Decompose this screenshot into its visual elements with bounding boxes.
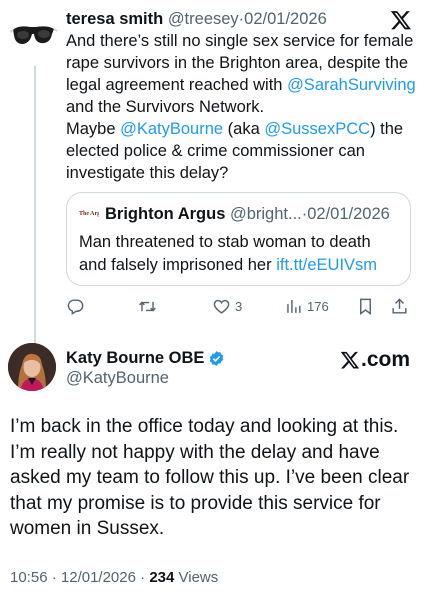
parent-tweet-header: teresa smith @treesey·02/01/2026 — [66, 8, 327, 30]
tweet-date[interactable]: 02/01/2026 — [244, 10, 327, 28]
profile-photo — [8, 343, 56, 391]
tweet-line: I’m back in the office today and looking… — [10, 416, 399, 437]
bookmark-icon — [360, 298, 371, 315]
views-count: 176 — [307, 298, 329, 314]
tweet-line: legal agreement reached with @SarahSurvi… — [66, 76, 416, 94]
views-count: 234 — [149, 569, 175, 586]
x-logo-icon — [340, 351, 360, 369]
tweet-time[interactable]: 10:56 — [10, 569, 48, 586]
like-count: 3 — [235, 298, 243, 314]
quoted-tweet-header: Brighton Argus @bright...·02/01/2026 — [105, 203, 390, 225]
tweet-line: And there’s still no single sex service … — [66, 32, 414, 50]
parent-tweet-text: And there’s still no single sex service … — [66, 30, 416, 184]
tweet-line: investigate this delay? — [66, 164, 229, 182]
mention-link[interactable]: @KatyBourne — [120, 120, 223, 138]
brand-domain: .com — [361, 348, 411, 371]
views-label: Views — [178, 569, 219, 586]
tweet-line: women in Sussex. — [10, 518, 165, 539]
tweet-line: that my promise is to provide this servi… — [10, 492, 381, 514]
tweet-line: and the Survivors Network. — [66, 98, 265, 116]
tweet-line: asked my team to follow this up. I’ve be… — [10, 467, 410, 488]
tweet-line: elected police & crime commissioner can — [66, 142, 365, 160]
argus-logo: The Argus — [79, 211, 99, 217]
mention-link[interactable]: @SarahSurviving — [287, 76, 416, 94]
main-author-name[interactable]: Katy Bourne OBE — [66, 347, 204, 369]
tweet-date[interactable]: 12/01/2026 — [61, 569, 136, 586]
tweet-line: rape survivors in the Brighton area, des… — [66, 54, 409, 72]
main-author-row: Katy Bourne OBE — [66, 347, 225, 369]
separator: · — [51, 569, 57, 586]
views-icon — [287, 299, 301, 313]
quoted-line: Man threatened to stab woman to death — [79, 233, 371, 251]
reply-button[interactable] — [66, 294, 89, 318]
main-author-handle[interactable]: @KatyBourne — [66, 367, 169, 389]
like-icon — [213, 299, 230, 314]
main-tweet-text: I’m back in the office today and looking… — [10, 414, 415, 542]
quoted-author-handle[interactable]: @bright... — [230, 205, 302, 223]
share-button[interactable] — [390, 294, 409, 318]
mention-link[interactable]: @SussexPCC — [264, 120, 370, 138]
quoted-tweet-date[interactable]: 02/01/2026 — [307, 205, 390, 223]
author-name[interactable]: teresa smith — [66, 10, 163, 28]
tweet-action-bar: 3 176 — [66, 294, 411, 318]
like-button[interactable]: 3 — [212, 294, 242, 318]
katy-avatar[interactable] — [8, 343, 56, 391]
sunglasses-avatar-icon — [9, 26, 58, 44]
article-link[interactable]: ift.tt/eEUIVsm — [276, 256, 377, 274]
share-icon — [392, 297, 407, 314]
quoted-line: and falsely imprisoned her ift.tt/eEUIVs… — [79, 256, 378, 274]
retweet-button[interactable] — [138, 294, 161, 318]
separator: · — [140, 569, 146, 586]
reply-icon — [67, 298, 84, 315]
views-button[interactable]: 176 — [284, 294, 329, 318]
retweet-icon — [139, 301, 156, 311]
tweet-line: Maybe @KatyBourne (aka @SussexPCC) the — [66, 120, 404, 138]
teresa-avatar[interactable] — [8, 10, 58, 60]
thread-line — [34, 66, 36, 344]
tweet-line: I’m really not happy with the delay and … — [10, 441, 380, 463]
quoted-tweet-text: Man threatened to stab woman to death an… — [79, 231, 404, 277]
quoted-author-name[interactable]: Brighton Argus — [105, 205, 225, 223]
verified-badge-icon — [210, 350, 224, 366]
x-logo-icon[interactable] — [390, 9, 412, 31]
quoted-tweet-card[interactable]: The Argus Brighton Argus @bright...·02/0… — [66, 192, 411, 286]
x-com-brand[interactable]: .com — [340, 348, 410, 372]
bookmark-button[interactable] — [356, 294, 375, 318]
tweet-meta: 10:56 · 12/01/2026 · 234 Views — [10, 568, 218, 588]
author-handle[interactable]: @treesey — [168, 10, 239, 28]
